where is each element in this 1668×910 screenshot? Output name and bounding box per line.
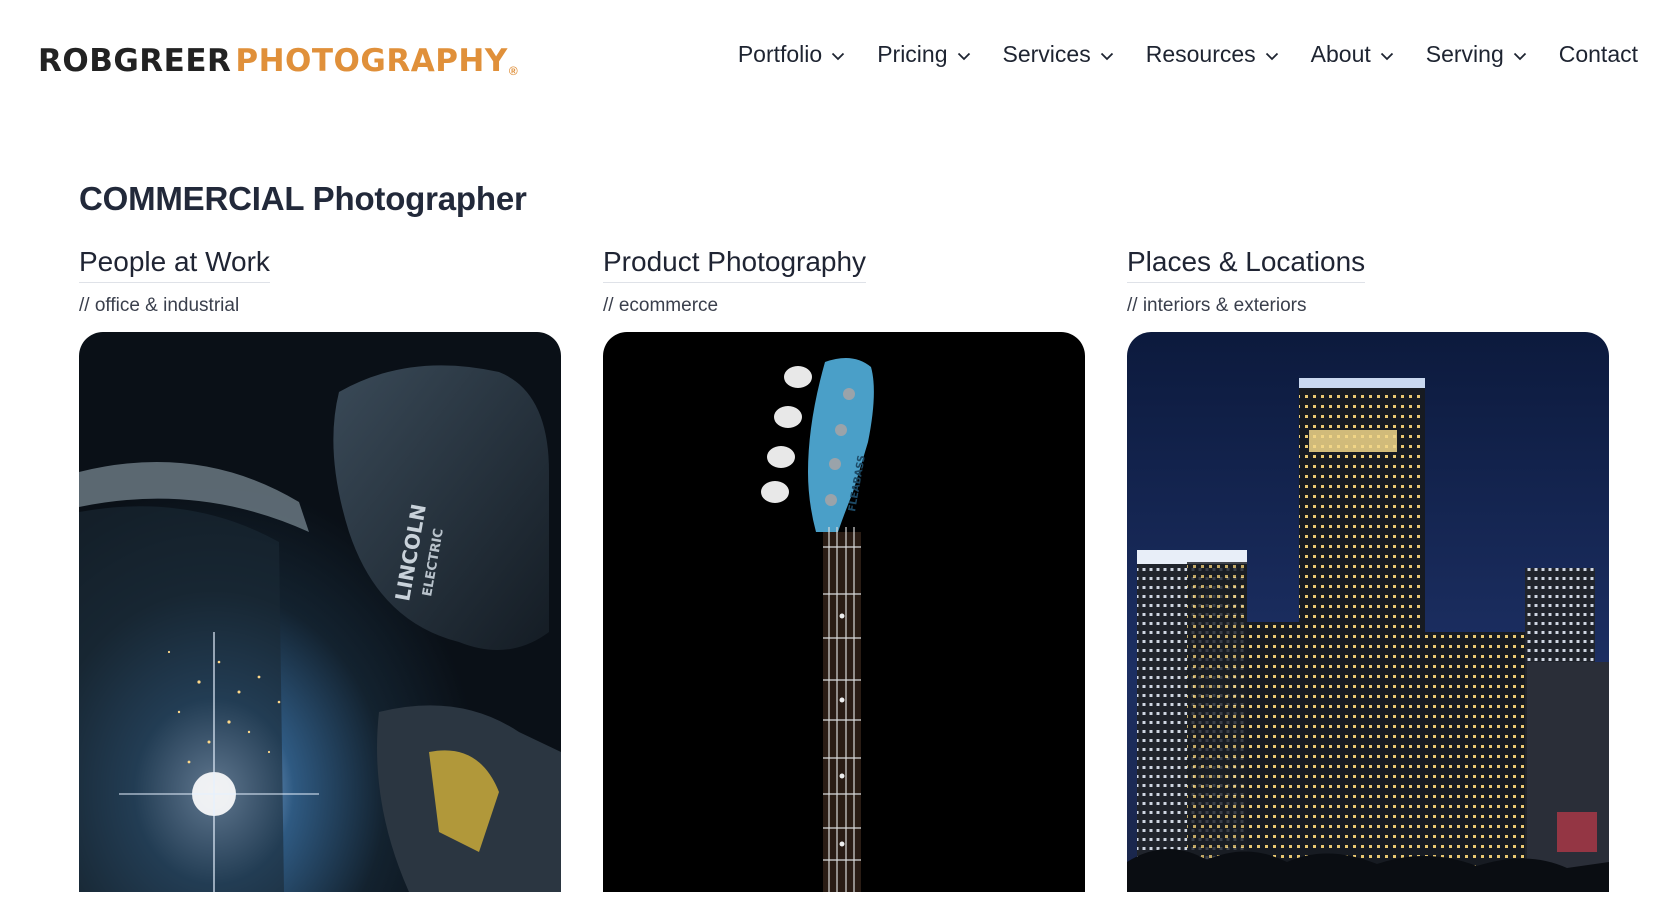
card-subtitle: // interiors & exteriors — [1127, 295, 1307, 316]
nav-label: Services — [1002, 40, 1091, 67]
city-skyline-graphic — [1127, 332, 1609, 892]
city-skyline-photo[interactable] — [1127, 332, 1609, 892]
logo-text-left: ROBGREER — [38, 43, 232, 79]
nav-label: About — [1310, 40, 1371, 67]
logo-registered-mark: ® — [508, 64, 518, 78]
category-card-places: Places & Locations // interiors & exteri… — [1127, 246, 1609, 892]
site-logo[interactable]: ROBGREER PHOTOGRAPHY ® — [38, 18, 518, 90]
nav-label: Resources — [1145, 40, 1256, 67]
chevron-down-icon — [1100, 52, 1113, 60]
card-subtitle: // office & industrial — [79, 295, 240, 316]
welder-photo-graphic: LINCOLN ELECTRIC — [79, 332, 561, 892]
bass-guitar-graphic: FLEABASS — [603, 332, 1085, 892]
nav-label: Serving — [1425, 40, 1504, 67]
nav-item-portfolio[interactable]: Portfolio — [738, 41, 845, 68]
chevron-down-icon — [832, 52, 845, 60]
chevron-down-icon — [957, 52, 970, 60]
nav-label: Contact — [1558, 40, 1638, 67]
nav-item-about[interactable]: About — [1311, 41, 1394, 68]
card-subtitle: // ecommerce — [603, 295, 719, 316]
bass-guitar-photo[interactable]: FLEABASS — [603, 332, 1085, 892]
nav-item-pricing[interactable]: Pricing — [877, 41, 970, 68]
section-title: COMMERCIAL Photographer — [79, 180, 527, 217]
nav-item-serving[interactable]: Serving — [1426, 41, 1527, 68]
welder-photo[interactable]: LINCOLN ELECTRIC — [79, 332, 561, 892]
logo-text-right: PHOTOGRAPHY — [235, 43, 508, 79]
nav-item-resources[interactable]: Resources — [1146, 41, 1279, 68]
chevron-down-icon — [1380, 52, 1393, 60]
nav-label: Portfolio — [737, 40, 823, 67]
card-title-link[interactable]: People at Work — [79, 246, 270, 283]
nav-item-contact[interactable]: Contact — [1559, 41, 1638, 68]
card-title-link[interactable]: Product Photography — [603, 246, 867, 283]
nav-label: Pricing — [877, 40, 948, 67]
category-card-people: People at Work // office & industrial LI… — [79, 246, 561, 892]
site-header: ROBGREER PHOTOGRAPHY ® Portfolio Pricing… — [0, 0, 1668, 110]
main-nav: Portfolio Pricing Services Resources Abo… — [738, 36, 1638, 72]
card-title-link[interactable]: Places & Locations — [1127, 246, 1366, 283]
chevron-down-icon — [1513, 52, 1526, 60]
nav-item-services[interactable]: Services — [1003, 41, 1114, 68]
chevron-down-icon — [1265, 52, 1278, 60]
category-card-product: Product Photography // ecommerce FLEABAS… — [603, 246, 1085, 892]
